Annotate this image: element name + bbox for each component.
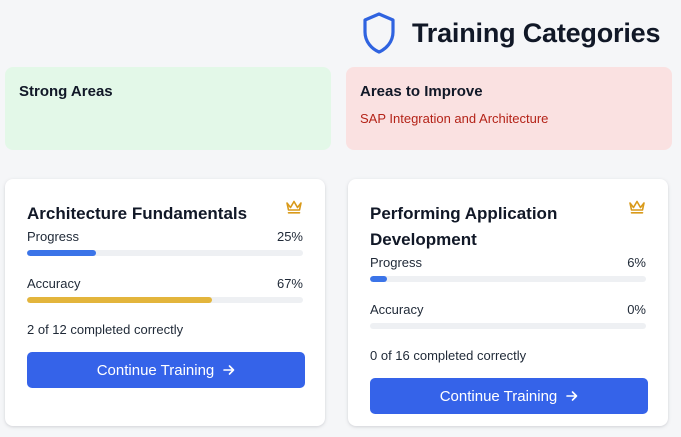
page-header: Training Categories bbox=[362, 8, 660, 58]
progress-value: 25% bbox=[276, 229, 303, 244]
strong-areas-title: Strong Areas bbox=[19, 83, 113, 100]
progress-value: 6% bbox=[627, 255, 646, 270]
continue-training-label: Continue Training bbox=[439, 387, 558, 405]
progress-bar bbox=[370, 276, 646, 282]
accuracy-metric: Accuracy 0% bbox=[370, 302, 646, 329]
category-title: Architecture Fundamentals bbox=[27, 204, 248, 223]
crown-icon bbox=[629, 200, 645, 214]
progress-metric: Progress 6% bbox=[370, 255, 646, 282]
continue-training-button[interactable]: Continue Training bbox=[27, 352, 305, 388]
progress-label: Progress bbox=[370, 255, 423, 270]
accuracy-bar bbox=[27, 297, 303, 303]
continue-training-button[interactable]: Continue Training bbox=[370, 378, 648, 414]
accuracy-bar-fill bbox=[27, 297, 212, 303]
improve-item: SAP Integration and Architecture bbox=[360, 111, 549, 126]
completed-count: 2 of 12 completed correctly bbox=[27, 322, 184, 337]
completed-count: 0 of 16 completed correctly bbox=[370, 348, 527, 363]
accuracy-value: 0% bbox=[627, 302, 646, 317]
category-card: Architecture Fundamentals Progress 25% A… bbox=[5, 179, 325, 426]
accuracy-label: Accuracy bbox=[370, 302, 424, 317]
areas-to-improve-title: Areas to Improve bbox=[360, 83, 483, 100]
accuracy-bar bbox=[370, 323, 646, 329]
crown-icon bbox=[286, 200, 302, 214]
progress-bar bbox=[27, 250, 303, 256]
progress-bar-fill bbox=[370, 276, 387, 282]
progress-label: Progress bbox=[27, 229, 80, 244]
shield-icon bbox=[363, 12, 395, 54]
progress-metric: Progress 25% bbox=[27, 229, 303, 256]
category-card: Performing Application Development Progr… bbox=[348, 179, 668, 426]
accuracy-label: Accuracy bbox=[27, 276, 81, 291]
training-page: Training Categories Strong Areas Areas t… bbox=[0, 0, 681, 437]
progress-bar-fill bbox=[27, 250, 96, 256]
arrow-right-icon bbox=[223, 365, 235, 375]
continue-training-label: Continue Training bbox=[96, 361, 215, 379]
areas-to-improve-panel: Areas to Improve SAP Integration and Arc… bbox=[346, 67, 672, 150]
strong-areas-panel: Strong Areas bbox=[5, 67, 331, 150]
category-title: Performing Application Development bbox=[370, 204, 558, 249]
accuracy-metric: Accuracy 67% bbox=[27, 276, 303, 303]
arrow-right-icon bbox=[566, 391, 578, 401]
page-title: Training Categories bbox=[412, 17, 661, 48]
accuracy-value: 67% bbox=[276, 276, 303, 291]
